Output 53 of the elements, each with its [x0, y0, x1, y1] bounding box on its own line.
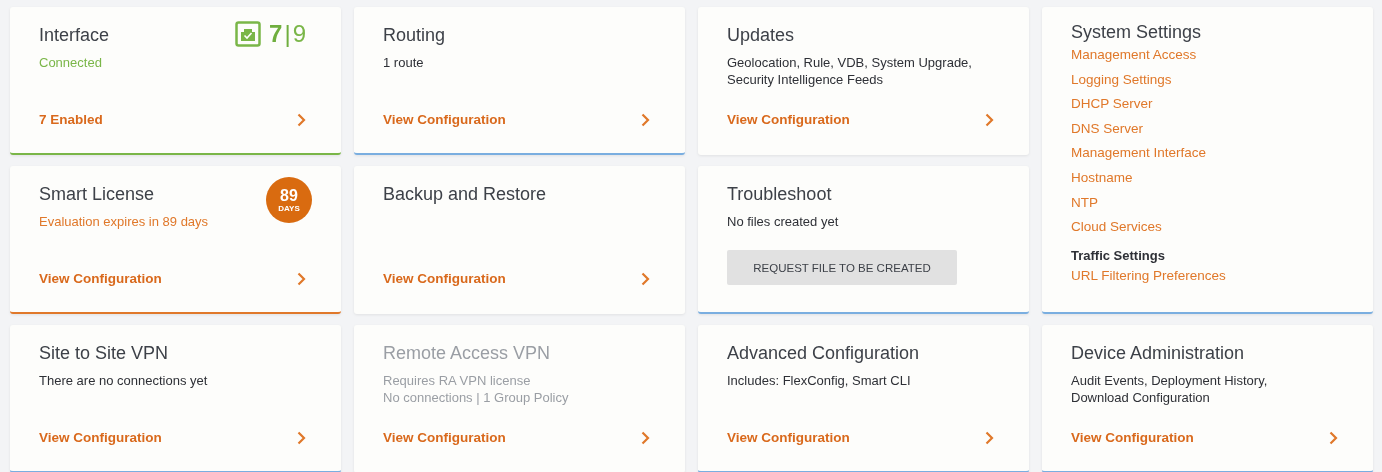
settings-link[interactable]: URL Filtering Preferences — [1071, 263, 1338, 289]
card-title: Site to Site VPN — [39, 342, 169, 364]
view-configuration-link[interactable]: View Configuration — [39, 430, 162, 445]
card-description: Evaluation expires in 89 days — [39, 213, 210, 230]
card-description: Geolocation, Rule, VDB, System Upgrade, Security Intelligence Feeds — [727, 54, 973, 88]
card-description: No files created yet — [727, 213, 840, 230]
section-heading: Traffic Settings — [1071, 246, 1166, 264]
chevron-right-icon[interactable] — [297, 112, 306, 127]
card-title: Device Administration — [1071, 342, 1245, 364]
chevron-right-icon[interactable] — [641, 112, 650, 127]
chevron-right-icon[interactable] — [641, 271, 650, 286]
card-title: System Settings — [1071, 21, 1202, 43]
chevron-right-icon[interactable] — [297, 271, 306, 286]
card-title: Smart License — [39, 183, 155, 205]
chevron-right-icon[interactable] — [1329, 430, 1338, 445]
card-title: Interface — [39, 24, 110, 46]
view-configuration-link[interactable]: View Configuration — [39, 271, 162, 286]
interface-status-icon — [235, 21, 262, 47]
card-title: Advanced Configuration — [727, 342, 920, 364]
days-badge: 89 DAYS — [266, 177, 312, 223]
settings-link[interactable]: Hostname — [1071, 165, 1338, 191]
view-configuration-link[interactable]: View Configuration — [383, 112, 506, 127]
settings-link[interactable]: Management Interface — [1071, 141, 1338, 166]
view-configuration-link[interactable]: View Configuration — [1071, 430, 1194, 445]
count-separator: | — [284, 20, 291, 48]
card-title: Routing — [383, 24, 446, 46]
card-title: Backup and Restore — [383, 183, 547, 205]
card-title: Remote Access VPN — [383, 342, 551, 364]
settings-link[interactable]: Cloud Services — [1071, 215, 1338, 240]
card-description: Audit Events, Deployment History, Download Configuration — [1071, 372, 1269, 406]
request-file-button[interactable]: REQUEST FILE TO BE CREATED — [727, 250, 957, 285]
total-count: 9 — [292, 20, 306, 48]
settings-link[interactable]: NTP — [1071, 190, 1338, 216]
card-description: Connected — [39, 54, 103, 71]
card-description: Includes: FlexConfig, Smart CLI — [727, 372, 912, 389]
settings-link[interactable]: DNS Server — [1071, 116, 1338, 142]
view-configuration-link[interactable]: View Configuration — [727, 430, 850, 445]
card-description: Requires RA VPN license — [383, 372, 532, 389]
settings-link[interactable]: DHCP Server — [1071, 92, 1338, 117]
card-description: There are no connections yet — [39, 372, 209, 389]
view-configuration-link[interactable]: 7 Enabled — [39, 112, 103, 127]
card-title: Updates — [727, 24, 795, 46]
view-configuration-link[interactable]: View Configuration — [727, 112, 850, 127]
chevron-right-icon[interactable] — [985, 112, 994, 127]
view-configuration-link[interactable]: View Configuration — [383, 271, 506, 286]
settings-link[interactable]: Management Access — [1071, 43, 1338, 68]
card-description: No connections | 1 Group Policy — [383, 389, 570, 406]
chevron-right-icon[interactable] — [297, 430, 306, 445]
card-description: 1 route — [383, 54, 425, 71]
chevron-right-icon[interactable] — [985, 430, 994, 445]
settings-link[interactable]: Logging Settings — [1071, 67, 1338, 93]
card-title: Troubleshoot — [727, 183, 832, 205]
enabled-count: 7 — [269, 20, 283, 48]
